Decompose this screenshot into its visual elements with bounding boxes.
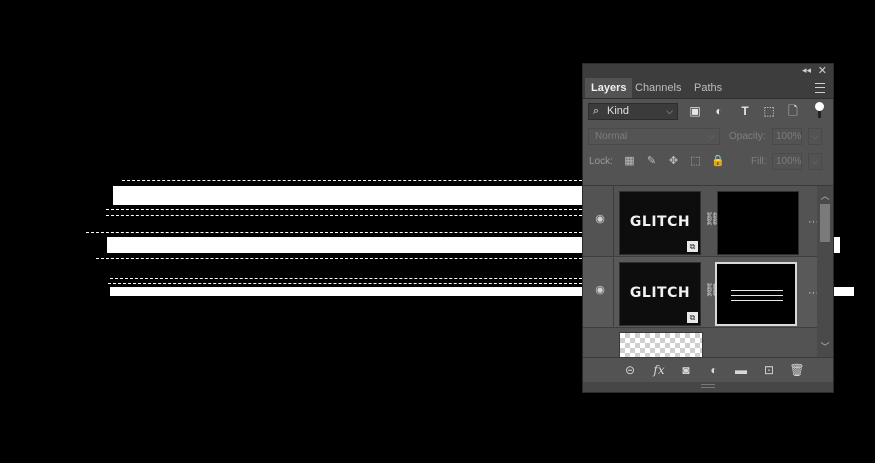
new-adjustment-icon[interactable]: ◐ <box>706 362 722 378</box>
new-layer-icon[interactable]: ⊡ <box>761 362 777 378</box>
lock-all-icon[interactable]: 🔒 <box>711 155 725 168</box>
add-mask-icon[interactable]: ◙ <box>678 362 694 378</box>
layers-scrollbar[interactable]: ︿ ﹀ <box>817 186 833 358</box>
fill-label: Fill: <box>751 156 767 167</box>
chevron-down-icon: ⌵ <box>666 106 673 116</box>
chevron-down-icon: ⌵ <box>708 131 715 141</box>
layers-list: ◉ GLITCH ⧉ ⛓ ··· ◉ GLITCH ⧉ ⛓ ··· ︿ ﹀ <box>583 185 833 358</box>
transparent-layer-thumbnail[interactable] <box>619 332 703 358</box>
tab-channels[interactable]: Channels <box>629 78 687 98</box>
lock-transparent-pixels-icon[interactable]: ▦ <box>623 155 636 168</box>
selection-marquee <box>110 278 582 279</box>
fill-field[interactable]: 100% <box>772 153 802 170</box>
lock-position-icon[interactable]: ✥ <box>667 155 680 168</box>
glitch-bar <box>107 237 583 253</box>
type-filter-icon[interactable]: T <box>738 104 752 118</box>
blend-mode-select[interactable]: Normal ⌵ <box>588 128 720 145</box>
panel-resize-grip[interactable] <box>583 382 833 392</box>
opacity-chevron-icon[interactable]: ⌵ <box>808 128 822 145</box>
collapse-panel-icon[interactable]: ◂◂ <box>802 65 811 76</box>
prevent-autonest-icon[interactable]: ⬚ <box>689 155 702 168</box>
smart-object-filter-icon[interactable]: 🗋 <box>786 104 800 118</box>
thumbnail-text: GLITCH <box>629 214 691 230</box>
layer-thumbnail[interactable]: GLITCH ⧉ <box>619 191 701 255</box>
new-group-icon[interactable]: ▬ <box>733 362 749 378</box>
opacity-label: Opacity: <box>729 131 766 142</box>
layer-mask-thumbnail[interactable] <box>715 262 797 326</box>
search-icon: ⌕ <box>593 105 600 117</box>
glitch-bar <box>110 287 582 296</box>
selection-marquee <box>106 215 582 216</box>
panel-menu-icon[interactable] <box>815 83 825 93</box>
kind-filter-select[interactable]: ⌕ Kind ⌵ <box>588 103 678 120</box>
glitch-bar <box>833 287 854 296</box>
scroll-up-icon[interactable]: ︿ <box>817 189 833 202</box>
link-layers-icon[interactable]: ⊝ <box>622 362 638 378</box>
lock-row: Lock: ▦ ✎ ✥ ⬚ 🔒 Fill: 100% ⌵ <box>583 149 833 174</box>
layer-row[interactable]: ◉ GLITCH ⧉ ⛓ ··· <box>583 186 819 257</box>
selection-marquee <box>108 283 582 284</box>
filter-row: ⌕ Kind ⌵ ▣ ◐ T ⬚ 🗋 <box>583 99 833 124</box>
image-filter-icon[interactable]: ▣ <box>688 104 702 118</box>
lock-image-pixels-icon[interactable]: ✎ <box>645 155 658 168</box>
panel-titlebar: ◂◂ ✕ <box>583 64 833 78</box>
glitch-bar <box>833 237 840 253</box>
smart-object-badge-icon: ⧉ <box>687 241 698 252</box>
selection-marquee <box>96 258 582 259</box>
layer-mask-thumbnail[interactable] <box>717 191 799 255</box>
shape-filter-icon[interactable]: ⬚ <box>762 104 776 118</box>
selection-marquee <box>106 209 582 210</box>
selection-marquee <box>122 180 592 181</box>
delete-layer-icon[interactable]: 🗑 <box>789 362 805 378</box>
glitch-bar <box>113 186 583 205</box>
adjustment-filter-icon[interactable]: ◐ <box>712 104 726 118</box>
link-chain-icon[interactable]: ⛓ <box>704 282 721 298</box>
visibility-eye-icon[interactable]: ◉ <box>593 214 607 225</box>
layers-panel: ◂◂ ✕ Layers Channels Paths ⌕ Kind ⌵ ▣ ◐ … <box>582 63 834 393</box>
panel-tabs: Layers Channels Paths <box>583 78 833 99</box>
fill-chevron-icon[interactable]: ⌵ <box>808 153 822 170</box>
scrollbar-thumb[interactable] <box>820 204 830 242</box>
link-chain-icon[interactable]: ⛓ <box>704 211 721 227</box>
blend-mode-value: Normal <box>595 131 628 142</box>
layer-row[interactable]: ◉ GLITCH ⧉ ⛓ ··· <box>583 257 819 328</box>
smart-object-badge-icon: ⧉ <box>687 312 698 323</box>
thumbnail-text: GLITCH <box>629 285 691 301</box>
tab-paths[interactable]: Paths <box>688 78 728 98</box>
opacity-field[interactable]: 100% <box>772 128 802 145</box>
scroll-down-icon[interactable]: ﹀ <box>817 340 833 353</box>
fx-icon[interactable]: fx <box>651 362 667 378</box>
blend-row: Normal ⌵ Opacity: 100% ⌵ <box>583 124 833 149</box>
kind-filter-label: Kind <box>607 105 630 117</box>
layers-bottom-toolbar: ⊝ fx ◙ ◐ ▬ ⊡ 🗑 <box>583 357 833 382</box>
filter-toggle-icon[interactable] <box>815 102 824 118</box>
visibility-eye-icon[interactable]: ◉ <box>593 285 607 296</box>
close-panel-icon[interactable]: ✕ <box>818 64 827 77</box>
layer-thumbnail[interactable]: GLITCH ⧉ <box>619 262 701 326</box>
lock-label: Lock: <box>589 156 613 167</box>
tab-layers[interactable]: Layers <box>585 78 633 98</box>
selection-marquee <box>86 232 582 233</box>
